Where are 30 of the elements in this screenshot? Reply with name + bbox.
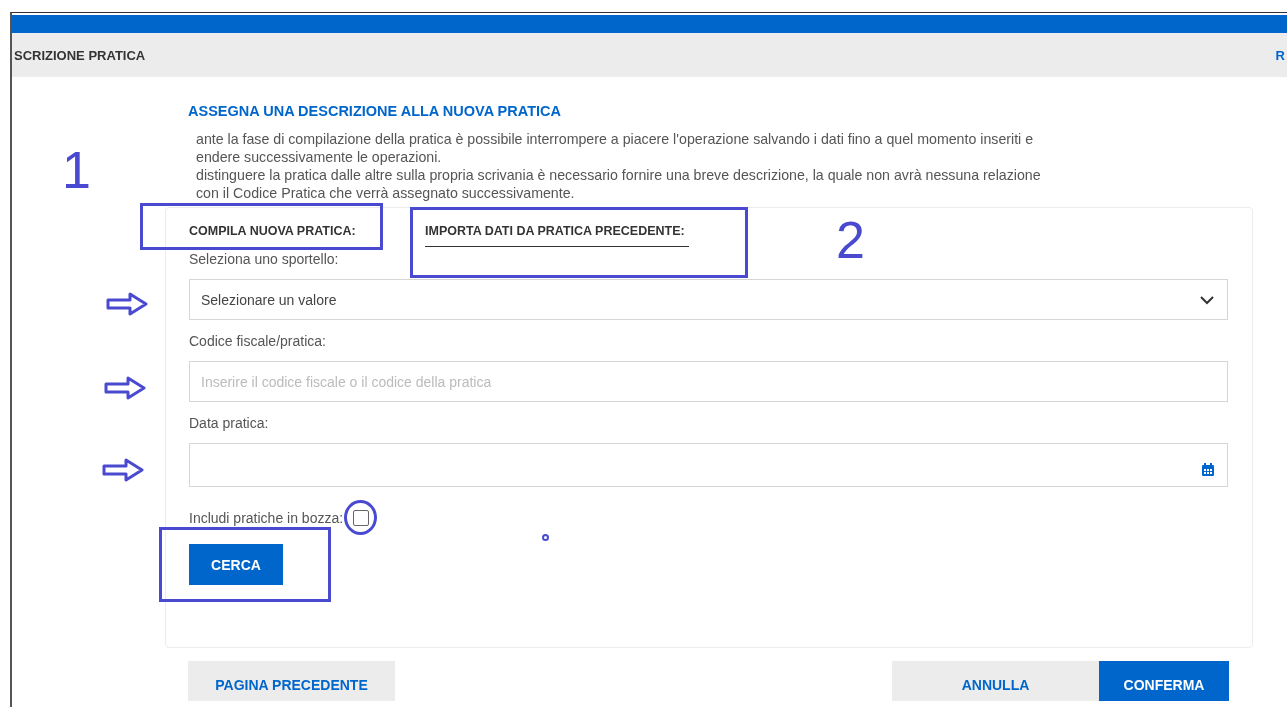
checkbox-label: Includi pratiche in bozza: <box>189 510 344 526</box>
intro-text: ante la fase di compilazione della pratica è possibile interrompere a piacere l'operazione salvando i dati fino a quel momento inseriti e <box>196 130 1035 148</box>
intro-text: con il Codice Pratica che verrà assegnato successivamente. <box>196 184 576 202</box>
field-label: Seleziona uno sportello: <box>189 251 339 267</box>
back-button[interactable]: PAGINA PRECEDENTE <box>188 661 395 701</box>
annotation-number: 1 <box>62 144 91 196</box>
tab[interactable]: IMPORTA DATI DA PRATICA PRECEDENTE: <box>425 216 689 247</box>
page-title: SCRIZIONE PRATICA <box>14 47 146 63</box>
date-field[interactable] <box>189 443 1228 487</box>
chevron-down-icon <box>1199 294 1215 305</box>
arrow-icon <box>106 292 148 316</box>
arrow-icon <box>102 458 144 482</box>
input-field[interactable]: Inserire il codice fiscale o il codice della pratica <box>189 361 1228 402</box>
section-title: ASSEGNA UNA DESCRIZIONE ALLA NUOVA PRATICA <box>188 103 562 119</box>
header-link[interactable]: R <box>1275 47 1285 63</box>
intro-text: endere successivamente le operazioni. <box>196 148 443 166</box>
checkbox[interactable] <box>353 510 370 526</box>
confirm-button[interactable]: CONFERMA <box>1099 661 1229 701</box>
calendar-icon[interactable] <box>1201 463 1215 477</box>
field-label: Data pratica: <box>189 415 269 431</box>
annotation-number: 2 <box>836 214 865 266</box>
annotation-circle <box>344 500 377 535</box>
field-label: Codice fiscale/pratica: <box>189 333 326 349</box>
arrow-icon <box>104 376 146 400</box>
cancel-button[interactable]: ANNULLA <box>892 661 1099 701</box>
annotation-dot <box>542 534 549 541</box>
select-field[interactable]: Selezionare un valore <box>189 279 1228 320</box>
search-button[interactable]: CERCA <box>189 544 283 585</box>
tab[interactable]: COMPILA NUOVA PRATICA: <box>189 216 425 246</box>
intro-text: distinguere la pratica dalle altre sulla propria scrivania è necessario fornire una breve descrizione, la quale non avrà nessuna relazione <box>196 166 1042 184</box>
